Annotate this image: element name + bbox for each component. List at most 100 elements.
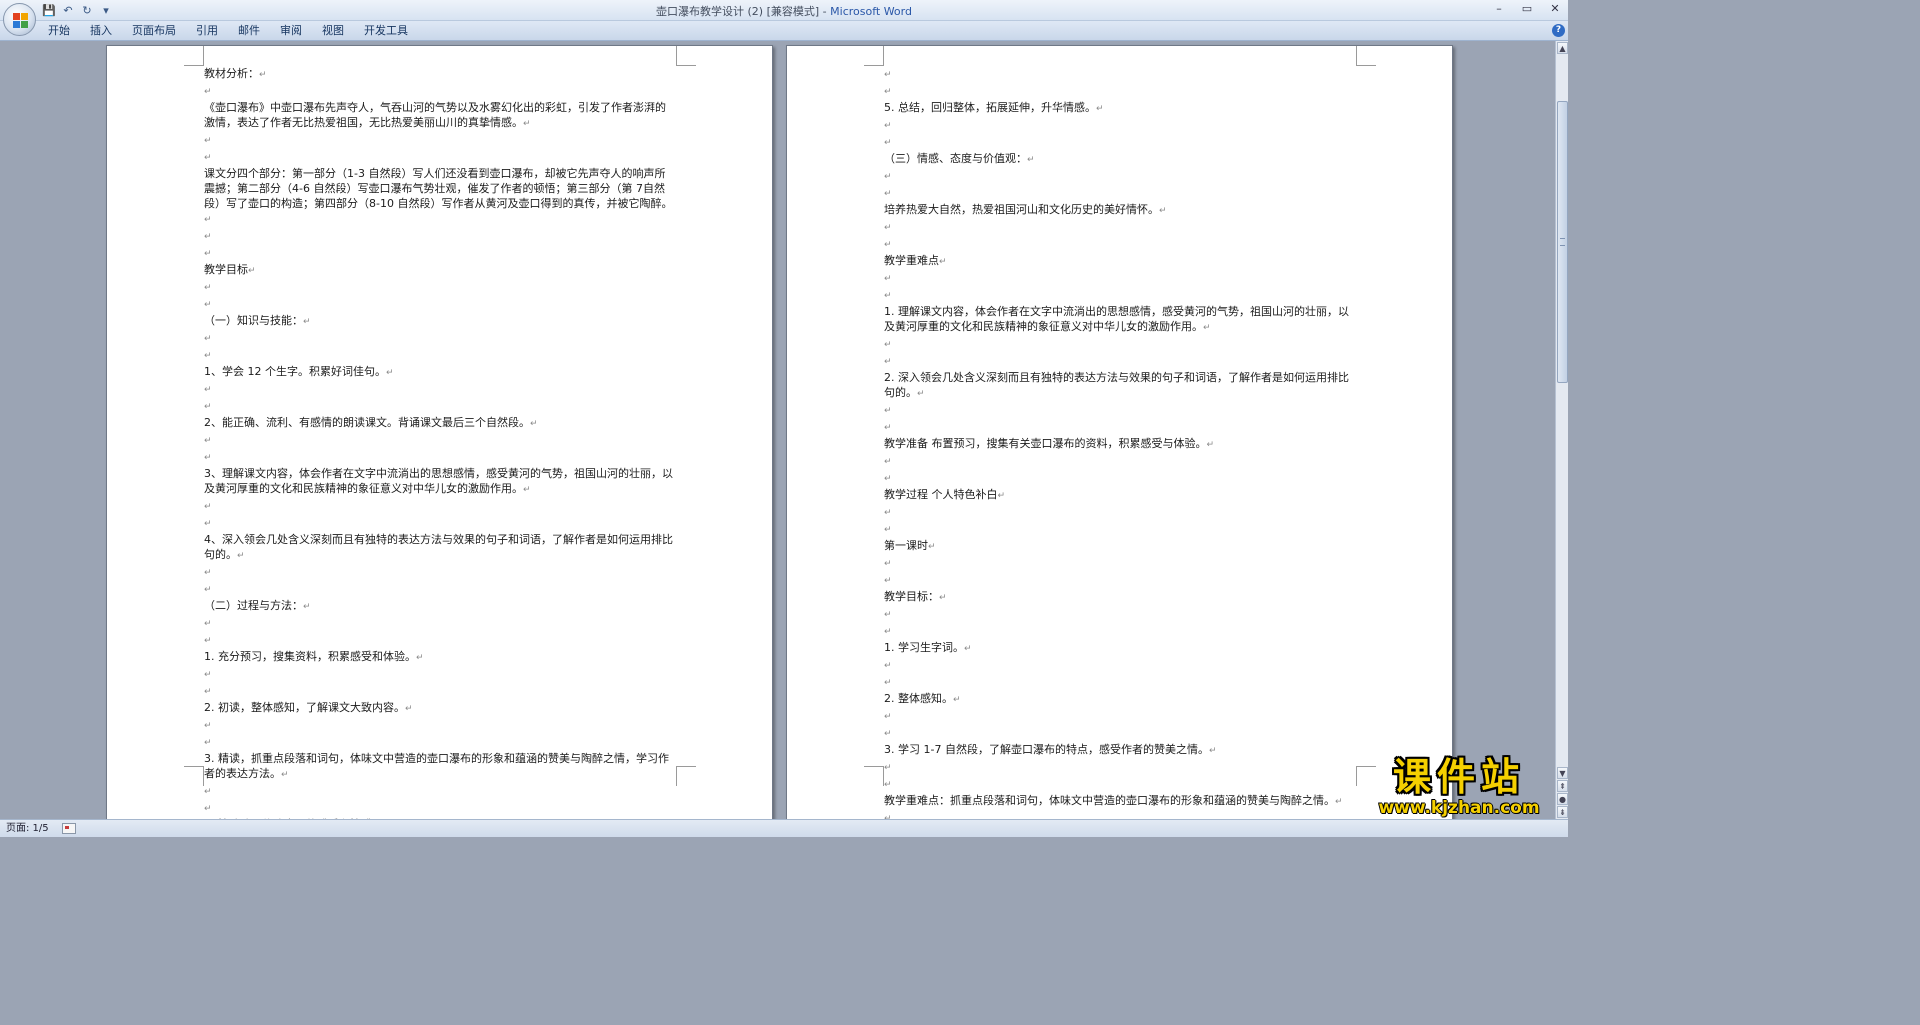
paragraph[interactable]: ↵ <box>884 219 1356 236</box>
page-number-status[interactable]: 页面: 1/5 <box>6 822 49 836</box>
paragraph[interactable]: ↵ <box>884 674 1356 691</box>
ribbon-tab[interactable]: 引用 <box>196 24 218 38</box>
paragraph[interactable]: 4、深入领会几处含义深刻而且有独特的表达方法与效果的句子和词语，了解作者是如何运… <box>204 532 676 564</box>
scrollbar-thumb[interactable] <box>1557 101 1568 383</box>
paragraph[interactable]: ↵ <box>884 725 1356 742</box>
vertical-scrollbar[interactable]: ▲ ▼ ⇞ ● ⇟ <box>1555 41 1568 819</box>
paragraph[interactable]: 2. 整体感知。↵ <box>884 691 1356 708</box>
paragraph[interactable]: ↵ <box>884 555 1356 572</box>
paragraph[interactable]: ↵ <box>884 521 1356 538</box>
ribbon-tab[interactable]: 审阅 <box>280 24 302 38</box>
paragraph[interactable]: 1、学会 12 个生字。积累好词佳句。↵ <box>204 364 676 381</box>
paragraph[interactable]: 《壶口瀑布》中壶口瀑布先声夺人，气吞山河的气势以及水雾幻化出的彩虹，引发了作者澎… <box>204 100 676 132</box>
paragraph[interactable]: ↵ <box>884 402 1356 419</box>
minimize-button[interactable]: – <box>1492 2 1506 16</box>
paragraph[interactable]: 培养热爱大自然，热爱祖国河山和文化历史的美好情怀。↵ <box>884 202 1356 219</box>
paragraph[interactable]: 教学准备 布置预习，搜集有关壶口瀑布的资料，积累感受与体验。↵ <box>884 436 1356 453</box>
paragraph[interactable]: 教材分析：↵ <box>204 66 676 83</box>
paragraph[interactable]: ↵ <box>884 117 1356 134</box>
paragraph[interactable]: ↵ <box>884 185 1356 202</box>
paragraph[interactable]: 教学过程 个人特色补白↵ <box>884 487 1356 504</box>
paragraph[interactable]: ↵ <box>204 615 676 632</box>
paragraph[interactable]: 第一课时↵ <box>884 538 1356 555</box>
paragraph[interactable]: 2. 深入领会几处含义深刻而且有独特的表达方法与效果的句子和词语，了解作者是如何… <box>884 370 1356 402</box>
paragraph[interactable]: ↵ <box>204 279 676 296</box>
paragraph[interactable]: ↵ <box>884 657 1356 674</box>
paragraph[interactable]: 1. 充分预习，搜集资料，积累感受和体验。↵ <box>204 649 676 666</box>
paragraph[interactable]: ↵ <box>884 419 1356 436</box>
paragraph[interactable]: 1. 学习生字词。↵ <box>884 640 1356 657</box>
scroll-up-arrow-icon[interactable]: ▲ <box>1557 42 1568 54</box>
ribbon-tab[interactable]: 页面布局 <box>132 24 176 38</box>
paragraph[interactable]: ↵ <box>884 759 1356 776</box>
document-area[interactable]: 教材分析：↵ ↵ 《壶口瀑布》中壶口瀑布先声夺人，气吞山河的气势以及水雾幻化出的彩虹… <box>0 41 1555 819</box>
paragraph[interactable]: 教学目标↵ <box>204 262 676 279</box>
paragraph[interactable]: ↵ <box>884 270 1356 287</box>
paragraph[interactable]: ↵ <box>204 296 676 313</box>
close-button[interactable]: ✕ <box>1548 2 1562 16</box>
ribbon-tab[interactable]: 邮件 <box>238 24 260 38</box>
paragraph[interactable]: ↵ <box>884 623 1356 640</box>
paragraph[interactable]: ↵ <box>204 432 676 449</box>
paragraph[interactable]: 1. 理解课文内容，体会作者在文字中流淌出的思想感情，感受黄河的气势，祖国山河的… <box>884 304 1356 336</box>
paragraph[interactable]: （三）情感、态度与价值观：↵ <box>884 151 1356 168</box>
paragraph[interactable]: ↵ <box>884 810 1356 819</box>
paragraph[interactable]: ↵ <box>884 776 1356 793</box>
paragraph[interactable]: 教学目标：↵ <box>884 589 1356 606</box>
paragraph[interactable]: ↵ <box>204 717 676 734</box>
ribbon-tab[interactable]: 插入 <box>90 24 112 38</box>
paragraph[interactable]: 课文分四个部分：第一部分（1-3 自然段）写人们还没看到壶口瀑布，却被它先声夺人… <box>204 166 676 228</box>
paragraph[interactable]: ↵ <box>204 398 676 415</box>
proofing-status-icon[interactable] <box>62 823 76 834</box>
paragraph[interactable]: ↵ <box>884 708 1356 725</box>
page-text-right[interactable]: ↵ ↵ 5. 总结，回归整体，拓展延伸，升华情感。↵ ↵ ↵ （三）情感、态度与价值观：↵… <box>884 66 1356 819</box>
paragraph[interactable]: ↵ <box>204 783 676 800</box>
paragraph[interactable]: ↵ <box>204 132 676 149</box>
paragraph[interactable]: ↵ <box>884 134 1356 151</box>
paragraph[interactable]: ↵ <box>204 632 676 649</box>
paragraph[interactable]: 教学重难点↵ <box>884 253 1356 270</box>
paragraph[interactable]: ↵ <box>884 470 1356 487</box>
paragraph[interactable]: ↵ <box>204 666 676 683</box>
paragraph[interactable]: ↵ <box>884 83 1356 100</box>
paragraph[interactable]: 3. 学习 1-7 自然段，了解壶口瀑布的特点，感受作者的赞美之情。↵ <box>884 742 1356 759</box>
paragraph[interactable]: ↵ <box>204 515 676 532</box>
paragraph[interactable]: ↵ <box>884 287 1356 304</box>
paragraph[interactable]: ↵ <box>884 353 1356 370</box>
paragraph[interactable]: ↵ <box>884 168 1356 185</box>
help-icon[interactable]: ? <box>1552 24 1565 37</box>
paragraph[interactable]: ↵ <box>204 228 676 245</box>
paragraph[interactable]: ↵ <box>204 347 676 364</box>
paragraph[interactable]: ↵ <box>204 330 676 347</box>
office-button[interactable] <box>3 3 36 36</box>
paragraph[interactable]: ↵ <box>884 606 1356 623</box>
paragraph[interactable]: ↵ <box>884 66 1356 83</box>
maximize-button[interactable]: ▭ <box>1520 2 1534 16</box>
paragraph[interactable]: 2. 初读，整体感知，了解课文大致内容。↵ <box>204 700 676 717</box>
paragraph[interactable]: ↵ <box>884 236 1356 253</box>
paragraph[interactable]: 3. 精读，抓重点段落和词句，体味文中营造的壶口瀑布的形象和蕴涵的赞美与陶醉之情… <box>204 751 676 783</box>
paragraph[interactable]: （一）知识与技能：↵ <box>204 313 676 330</box>
ribbon-tab[interactable]: 开发工具 <box>364 24 408 38</box>
page-left[interactable]: 教材分析：↵ ↵ 《壶口瀑布》中壶口瀑布先声夺人，气吞山河的气势以及水雾幻化出的彩虹… <box>106 45 773 819</box>
paragraph[interactable]: ↵ <box>204 734 676 751</box>
paragraph[interactable]: （二）过程与方法：↵ <box>204 598 676 615</box>
page-text-left[interactable]: 教材分析：↵ ↵ 《壶口瀑布》中壶口瀑布先声夺人，气吞山河的气势以及水雾幻化出的彩虹… <box>204 66 676 819</box>
page-right[interactable]: ↵ ↵ 5. 总结，回归整体，拓展延伸，升华情感。↵ ↵ ↵ （三）情感、态度与价值观：↵… <box>786 45 1453 819</box>
paragraph[interactable]: 3、理解课文内容，体会作者在文字中流淌出的思想感情，感受黄河的气势，祖国山河的壮… <box>204 466 676 498</box>
paragraph[interactable]: ↵ <box>884 336 1356 353</box>
paragraph[interactable]: ↵ <box>204 381 676 398</box>
paragraph[interactable]: ↵ <box>204 683 676 700</box>
paragraph[interactable]: ↵ <box>204 581 676 598</box>
paragraph[interactable]: ↵ <box>884 453 1356 470</box>
paragraph[interactable]: 5. 总结，回归整体，拓展延伸，升华情感。↵ <box>884 100 1356 117</box>
paragraph[interactable]: ↵ <box>204 498 676 515</box>
paragraph[interactable]: ↵ <box>884 504 1356 521</box>
paragraph[interactable]: 2、能正确、流利、有感情的朗读课文。背诵课文最后三个自然段。↵ <box>204 415 676 432</box>
paragraph[interactable]: ↵ <box>204 149 676 166</box>
ribbon-tab[interactable]: 视图 <box>322 24 344 38</box>
paragraph[interactable]: ↵ <box>204 800 676 817</box>
paragraph[interactable]: 教学重难点：抓重点段落和词句，体味文中营造的壶口瀑布的形象和蕴涵的赞美与陶醉之情… <box>884 793 1356 810</box>
paragraph[interactable]: ↵ <box>204 83 676 100</box>
paragraph[interactable]: ↵ <box>204 245 676 262</box>
